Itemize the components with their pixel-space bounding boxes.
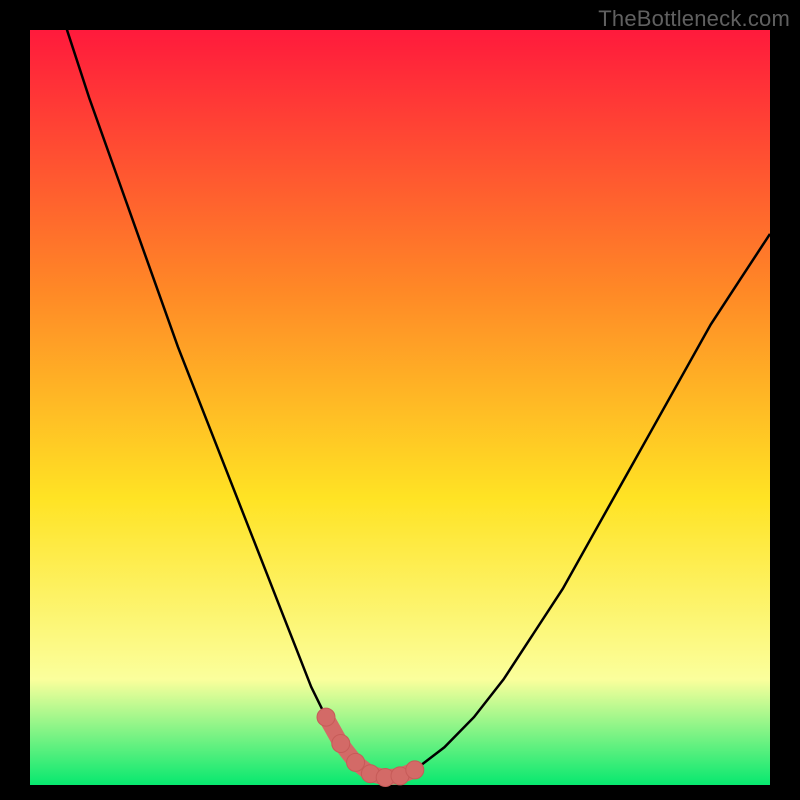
optimum-point bbox=[406, 761, 424, 779]
chart-frame: TheBottleneck.com bbox=[0, 0, 800, 800]
plot-background bbox=[30, 30, 770, 785]
optimum-point bbox=[317, 708, 335, 726]
optimum-point bbox=[347, 753, 365, 771]
optimum-point bbox=[332, 735, 350, 753]
bottleneck-chart bbox=[0, 0, 800, 800]
watermark: TheBottleneck.com bbox=[598, 6, 790, 32]
